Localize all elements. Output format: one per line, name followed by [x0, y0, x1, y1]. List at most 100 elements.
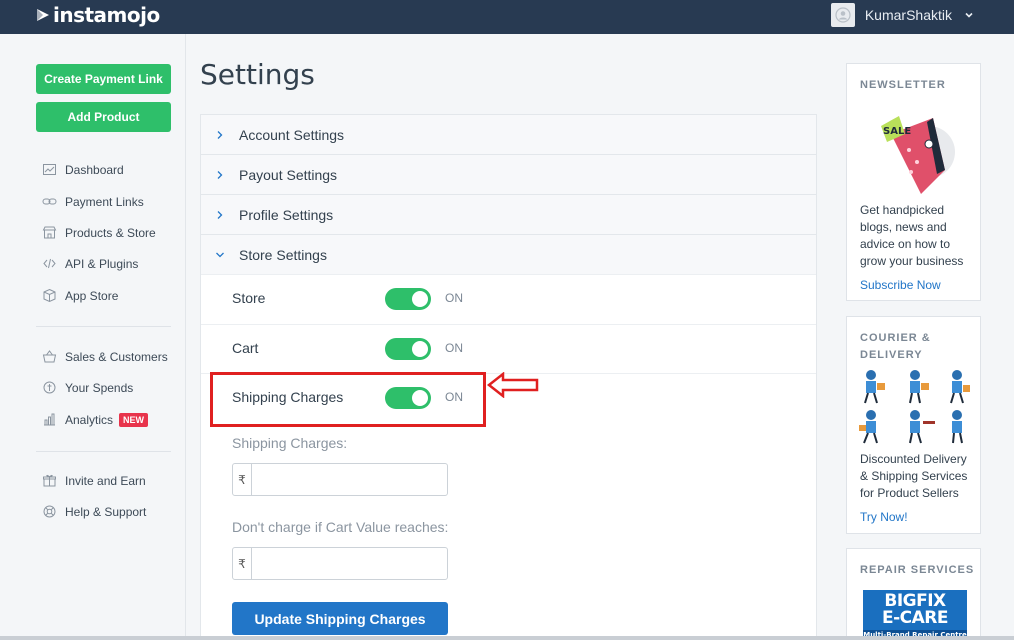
cart-value-field-label: Don't charge if Cart Value reaches:: [232, 519, 449, 535]
sidebar: Create Payment Link Add Product Dashboar…: [0, 34, 186, 640]
sidebar-item-api-plugins[interactable]: API & Plugins: [42, 256, 138, 271]
cart-value-input-group: ₹: [232, 547, 448, 580]
sidebar-item-app-store[interactable]: App Store: [42, 288, 118, 303]
add-product-button[interactable]: Add Product: [36, 102, 171, 132]
annotation-arrow-icon: [486, 372, 539, 398]
sidebar-item-label: Payment Links: [65, 194, 144, 209]
accordion-payout-settings[interactable]: Payout Settings: [201, 155, 816, 195]
sidebar-item-help-support[interactable]: Help & Support: [42, 504, 146, 519]
sidebar-item-your-spends[interactable]: Your Spends: [42, 380, 133, 395]
try-now-link[interactable]: Try Now!: [860, 510, 908, 524]
create-payment-link-button[interactable]: Create Payment Link: [36, 64, 171, 94]
subscribe-now-link[interactable]: Subscribe Now: [860, 278, 941, 292]
setting-label: Cart: [232, 340, 259, 356]
instamojo-logo[interactable]: instamojo: [36, 3, 160, 27]
store-toggle[interactable]: [385, 288, 431, 310]
link-icon: [42, 198, 57, 205]
chevron-right-icon: [217, 210, 223, 219]
bigfix-logo[interactable]: BIGFIX E-CARE Multi-Brand Repair Centre: [863, 590, 967, 640]
courier-delivery-card: COURIER & DELIVERY Discounted Delivery &…: [846, 316, 981, 534]
chevron-down-icon: [216, 252, 224, 257]
user-icon: [835, 7, 851, 23]
card-text-line: for Product Sellers: [860, 486, 959, 500]
chevron-down-icon: [965, 12, 973, 18]
chart-icon: [44, 413, 55, 426]
logo-text: instamojo: [53, 3, 160, 27]
accordion-label: Account Settings: [239, 126, 345, 143]
rupee-icon: ₹: [233, 548, 252, 579]
sidebar-item-label: Help & Support: [65, 504, 147, 519]
sidebar-item-dashboard[interactable]: Dashboard: [42, 162, 124, 177]
card-text-line: Discounted Delivery: [860, 452, 967, 466]
card-text-line: blogs, news and: [860, 220, 947, 234]
card-text-line: grow your business: [860, 254, 964, 268]
main-content: Settings Account Settings Payout Setting…: [186, 34, 834, 640]
sidebar-divider: [36, 326, 171, 327]
card-title: REPAIR SERVICES: [860, 564, 975, 576]
sidebar-item-label: Analytics: [65, 412, 114, 427]
new-badge: NEW: [119, 412, 149, 427]
rupee-icon: ₹: [233, 464, 252, 495]
wallet-icon: [43, 381, 56, 394]
right-sidebar: NEWSLETTER SALE Get handpicked blogs, ne…: [834, 34, 1014, 640]
shipping-charges-field-label: Shipping Charges:: [232, 435, 348, 451]
code-icon: [43, 258, 56, 269]
sidebar-item-label: Dashboard: [65, 162, 124, 177]
update-shipping-charges-button[interactable]: Update Shipping Charges: [232, 602, 448, 635]
logo-mark-icon: [37, 9, 49, 21]
card-text-line: advice on how to: [860, 237, 951, 251]
accordion-label: Profile Settings: [239, 206, 334, 223]
accordion-account-settings[interactable]: Account Settings: [201, 115, 816, 155]
user-menu[interactable]: KumarShaktik: [830, 3, 974, 27]
card-text-line: & Shipping Services: [860, 469, 968, 483]
sidebar-item-label: Products & Store: [65, 225, 156, 240]
username: KumarShaktik: [864, 7, 952, 23]
cart-toggle[interactable]: [385, 338, 431, 360]
chevron-right-icon: [217, 130, 223, 139]
repair-services-card: REPAIR SERVICES BIGFIX E-CARE Multi-Bran…: [846, 548, 981, 640]
taskbar-strip: [0, 636, 1014, 640]
cart-value-input[interactable]: [252, 548, 447, 579]
newsletter-illustration-icon: SALE: [881, 116, 955, 194]
sidebar-item-label: Sales & Customers: [65, 349, 168, 364]
toggle-state: ON: [445, 291, 463, 305]
accordion-label: Payout Settings: [239, 166, 338, 183]
accordion-profile-settings[interactable]: Profile Settings: [201, 195, 816, 235]
setting-label: Store: [232, 290, 266, 306]
gift-icon: [43, 474, 56, 487]
bigfix-logo-line: BIGFIX: [884, 591, 946, 611]
sidebar-item-invite-earn[interactable]: Invite and Earn: [42, 473, 146, 488]
setting-row-store: Store ON: [201, 274, 816, 324]
page-title: Settings: [200, 58, 315, 91]
sidebar-item-sales-customers[interactable]: Sales & Customers: [42, 349, 168, 364]
sidebar-item-products-store[interactable]: Products & Store: [42, 225, 156, 240]
toggle-knob: [412, 341, 428, 357]
avatar: [830, 3, 855, 27]
sidebar-divider: [36, 451, 171, 452]
card-title: COURIER &: [860, 332, 931, 344]
bigfix-logo-line: E-CARE: [881, 608, 949, 628]
dashboard-icon: [43, 164, 56, 175]
sidebar-item-analytics[interactable]: Analytics NEW: [42, 412, 149, 427]
toggle-knob: [412, 291, 428, 307]
lifebuoy-icon: [43, 505, 56, 518]
chevron-right-icon: [217, 170, 223, 179]
top-bar: instamojo KumarShaktik: [0, 0, 1014, 34]
sidebar-item-label: App Store: [65, 288, 119, 303]
annotation-highlight-box: [210, 372, 486, 427]
toggle-state: ON: [445, 341, 463, 355]
store-icon: [42, 226, 57, 239]
newsletter-card: NEWSLETTER SALE Get handpicked blogs, ne…: [846, 63, 981, 301]
sidebar-item-label: API & Plugins: [65, 256, 139, 271]
svg-text:SALE: SALE: [883, 126, 911, 137]
card-title: DELIVERY: [860, 349, 923, 361]
card-title: NEWSLETTER: [860, 79, 946, 91]
accordion-store-settings[interactable]: Store Settings: [201, 235, 816, 274]
card-text-line: Get handpicked: [860, 203, 945, 217]
accordion-label: Store Settings: [239, 246, 327, 263]
delivery-people-illustration-icon: [859, 370, 970, 444]
sidebar-item-payment-links[interactable]: Payment Links: [42, 194, 144, 209]
sidebar-item-label: Your Spends: [65, 380, 134, 395]
basket-icon: [42, 350, 57, 363]
shipping-charges-input[interactable]: [252, 464, 447, 495]
